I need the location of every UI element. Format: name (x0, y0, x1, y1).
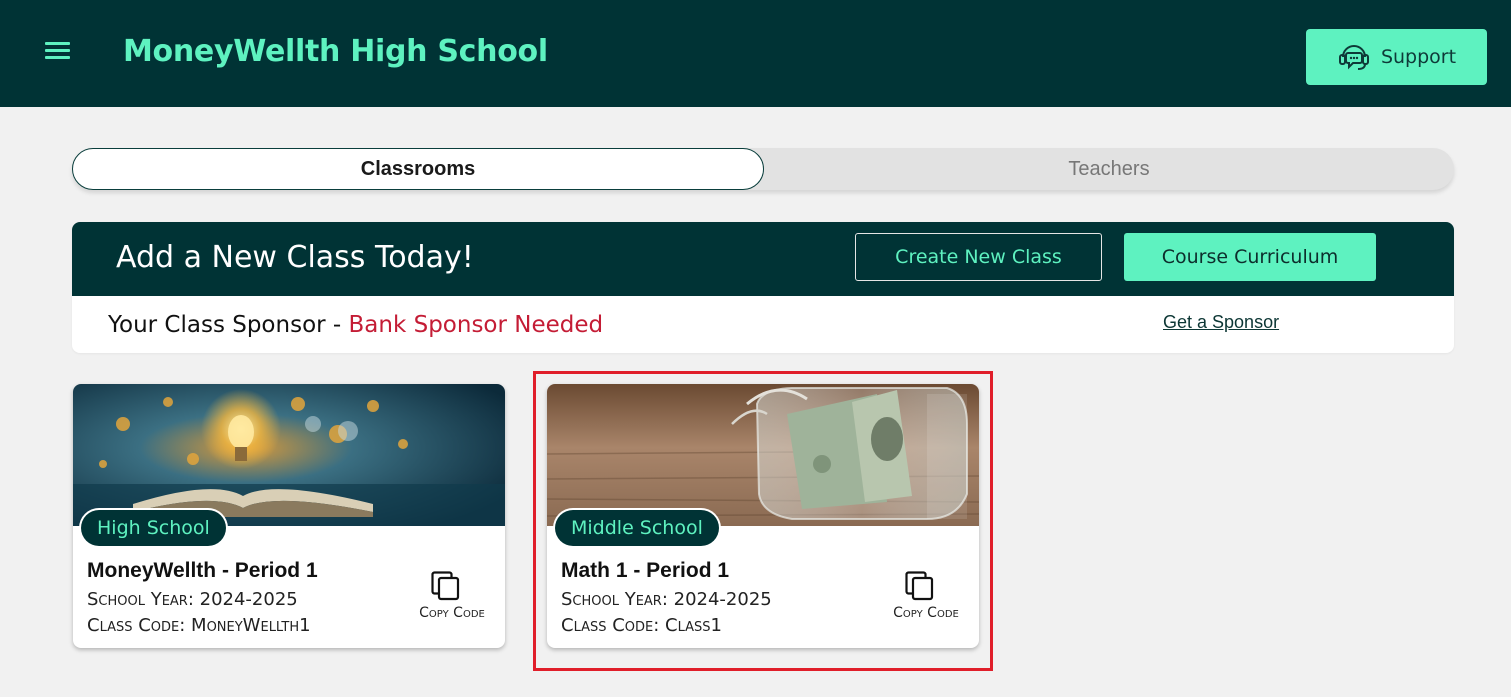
copy-code-button[interactable]: Copy Code (409, 571, 495, 627)
class-title: MoneyWellth - Period 1 (87, 559, 318, 582)
class-sponsor-line: Your Class Sponsor - Bank Sponsor Needed (108, 312, 603, 338)
money-jar-image (547, 384, 979, 526)
banner-title: Add a New Class Today! (116, 240, 474, 275)
school-year: School Year: 2024-2025 (87, 589, 298, 610)
copy-code-label: Copy Code (893, 605, 959, 621)
view-tabs: Classrooms Teachers (72, 148, 1454, 190)
support-button[interactable]: Support (1306, 29, 1487, 85)
hamburger-menu-icon[interactable] (45, 42, 70, 60)
lightbulb-book-money-image (73, 384, 505, 526)
create-new-class-button[interactable]: Create New Class (855, 233, 1102, 281)
copy-icon (431, 571, 460, 601)
get-sponsor-link[interactable]: Get a Sponsor (1163, 312, 1279, 333)
level-badge: High School (81, 510, 226, 546)
course-curriculum-button[interactable]: Course Curriculum (1124, 233, 1376, 281)
class-card[interactable]: High School MoneyWellth - Period 1 Schoo… (73, 384, 505, 648)
sponsor-status: Bank Sponsor Needed (348, 312, 604, 338)
add-class-banner: Add a New Class Today! Create New Class … (72, 222, 1454, 353)
banner-header: Add a New Class Today! Create New Class … (72, 222, 1454, 296)
copy-icon (905, 571, 934, 601)
support-label: Support (1380, 46, 1457, 68)
class-code: Class Code: Class1 (561, 615, 722, 636)
tab-classrooms[interactable]: Classrooms (72, 148, 764, 190)
sponsor-prefix: Your Class Sponsor - (108, 312, 349, 338)
class-card[interactable]: Middle School Math 1 - Period 1 School Y… (547, 384, 979, 648)
school-year: School Year: 2024-2025 (561, 589, 772, 610)
class-title: Math 1 - Period 1 (561, 559, 730, 582)
top-bar: MoneyWellth High School Support (0, 0, 1511, 107)
level-badge: Middle School (555, 510, 719, 546)
school-title: MoneyWellth High School (123, 34, 548, 69)
copy-code-label: Copy Code (419, 605, 485, 621)
copy-code-button[interactable]: Copy Code (883, 571, 969, 627)
headset-chat-icon (1338, 45, 1369, 70)
tab-teachers[interactable]: Teachers (764, 148, 1454, 190)
class-code: Class Code: MoneyWellth1 (87, 615, 311, 636)
